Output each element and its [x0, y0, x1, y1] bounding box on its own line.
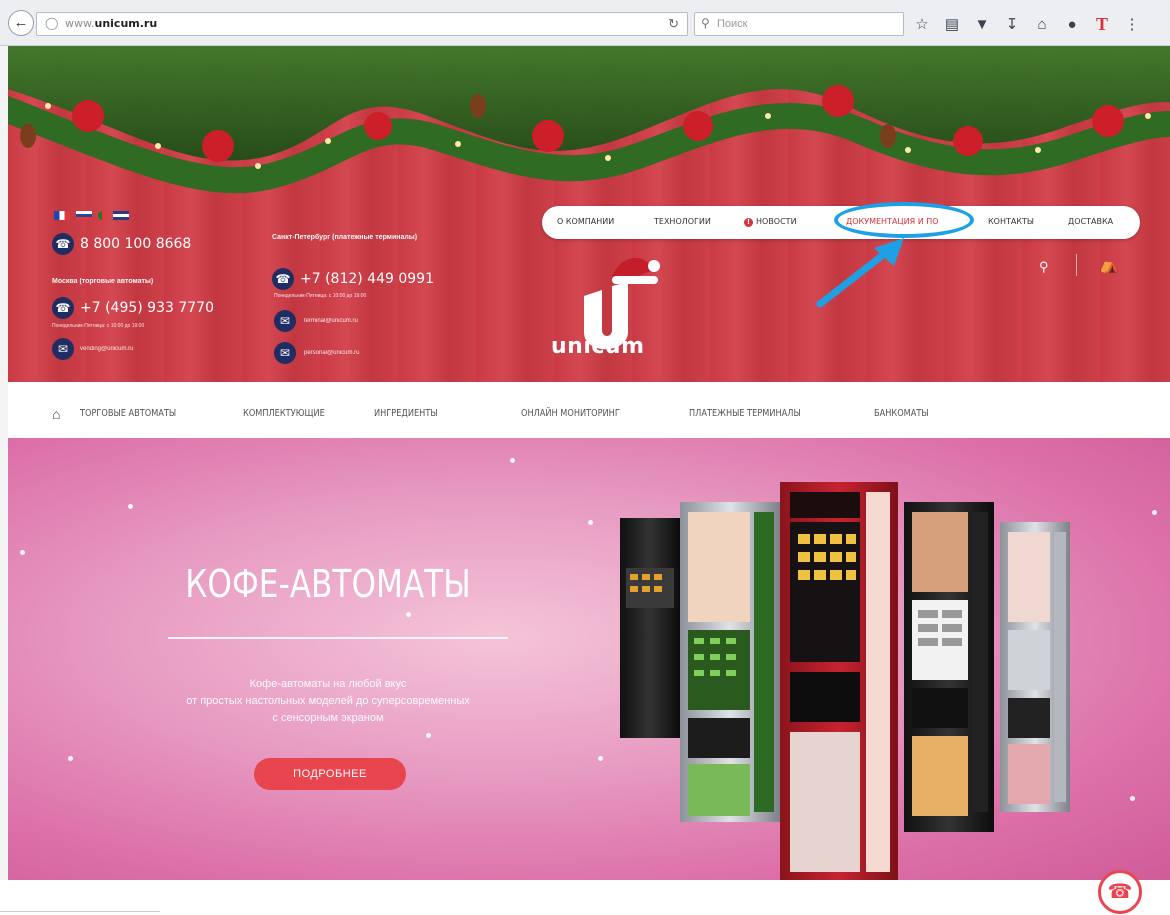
category-vending[interactable]: ТОРГОВЫЕ АВТОМАТЫ [80, 408, 176, 419]
clipboard-icon[interactable]: ▤ [944, 15, 960, 33]
snowflake [20, 550, 25, 555]
toolbar-icons: ☆ ▤ ▼ ↧ ⌂ ● T ⋮ [914, 12, 1140, 36]
annotation-arrow [816, 238, 904, 308]
url-text: www.unicum.ru [65, 17, 158, 30]
logo-text: unicum [551, 334, 645, 359]
category-terminals[interactable]: ПЛАТЕЖНЫЕ ТЕРМИНАЛЫ [689, 408, 801, 419]
language-flags [54, 211, 129, 220]
more-button[interactable]: ПОДРОБНЕЕ [254, 758, 406, 790]
nav-news-label: НОВОСТИ [756, 217, 797, 226]
basket-icon[interactable]: ⛺ [1099, 255, 1119, 275]
mail-icon: ✉ [274, 342, 296, 364]
hero-divider [168, 637, 508, 639]
phone-icon: ☎ [52, 297, 74, 319]
flag-gb[interactable] [113, 211, 129, 220]
annotation-highlight [834, 202, 974, 238]
snowflake [426, 733, 431, 738]
hero-banner: КОФЕ-АВТОМАТЫ Кофе-автоматы на любой вку… [8, 438, 1170, 880]
nav-contacts[interactable]: КОНТАКТЫ [988, 217, 1034, 226]
star-icon[interactable]: ☆ [914, 15, 930, 33]
nav-about[interactable]: О КОМПАНИИ [557, 217, 614, 226]
category-atms[interactable]: БАНКОМАТЫ [874, 408, 929, 419]
category-monitoring[interactable]: ОНЛАЙН МОНИТОРИНГ [521, 408, 620, 419]
bottom-line [0, 911, 160, 912]
chat-icon[interactable]: ● [1064, 16, 1080, 33]
search-bar[interactable]: ⚲ Поиск [694, 12, 904, 36]
phone-icon: ☎ [52, 233, 74, 255]
news-badge: ! [744, 218, 753, 227]
search-icon: ⚲ [701, 16, 710, 30]
callback-button[interactable]: ☎ [1098, 870, 1142, 914]
search-icon[interactable]: ⚲ [1039, 259, 1049, 275]
snowflake [1130, 796, 1135, 801]
vending-machines-image [620, 482, 1070, 880]
snowflake [128, 504, 133, 509]
mail-icon: ✉ [274, 310, 296, 332]
home-icon[interactable]: ⌂ [1034, 16, 1050, 33]
main-phone[interactable]: 8 800 100 8668 [80, 236, 191, 252]
flag-fr[interactable] [54, 211, 70, 220]
phone-icon: ☎ [1107, 881, 1133, 903]
browser-toolbar: ← ◯ www.unicum.ru ↻ ⚲ Поиск ☆ ▤ ▼ ↧ ⌂ ● … [0, 0, 1170, 46]
nav-news[interactable]: ! НОВОСТИ [744, 217, 797, 227]
page-bottom [0, 880, 1170, 915]
flag-pt[interactable] [98, 211, 107, 220]
menu-icon[interactable]: ⋮ [1124, 15, 1140, 33]
category-components[interactable]: КОМПЛЕКТУЮЩИЕ [243, 408, 325, 419]
snowflake [588, 520, 593, 525]
t-icon[interactable]: T [1094, 14, 1110, 35]
nav-technology[interactable]: ТЕХНОЛОГИИ [654, 217, 711, 226]
snowflake [406, 612, 411, 617]
address-bar[interactable]: ◯ www.unicum.ru ↻ [36, 12, 688, 36]
pocket-icon[interactable]: ▼ [974, 16, 990, 33]
snowflake [510, 458, 515, 463]
reload-icon[interactable]: ↻ [668, 16, 679, 32]
spb-hours: Понедельник-Пятница: с 10:00 до 19:00 [274, 293, 367, 299]
moscow-hours: Понедельник-Пятница: с 10:00 до 19:00 [52, 323, 145, 329]
phone-icon: ☎ [272, 268, 294, 290]
back-button[interactable]: ← [8, 10, 34, 36]
download-icon[interactable]: ↧ [1004, 15, 1020, 33]
category-ingredients[interactable]: ИНГРЕДИЕНТЫ [374, 408, 438, 419]
nav-delivery[interactable]: ДОСТАВКА [1068, 217, 1113, 226]
flag-ru[interactable] [76, 211, 92, 220]
spb-phone[interactable]: +7 (812) 449 0991 [300, 271, 434, 287]
site-info-icon[interactable]: ◯ [45, 16, 58, 30]
snowflake [598, 756, 603, 761]
snowflake [1152, 510, 1157, 515]
tool-divider [1076, 254, 1077, 276]
snowflake [68, 756, 73, 761]
spb-email-1[interactable]: terminal@unicum.ru [304, 318, 358, 324]
search-placeholder: Поиск [717, 18, 748, 30]
moscow-label: Москва (торговые автоматы) [52, 278, 154, 285]
site-header: ☎ 8 800 100 8668 Москва (торговые автома… [8, 46, 1170, 382]
mail-icon: ✉ [52, 338, 74, 360]
moscow-email[interactable]: vending@unicum.ru [80, 346, 133, 352]
spb-label: Санкт-Петербург (платежные терминалы) [272, 234, 418, 241]
hero-description: Кофе-автоматы на любой вкус от простых н… [186, 678, 470, 724]
home-icon[interactable]: ⌂ [52, 406, 60, 422]
spb-email-2[interactable]: personal@unicum.ru [304, 350, 359, 356]
moscow-phone[interactable]: +7 (495) 933 7770 [80, 300, 214, 316]
christmas-garland [8, 46, 1170, 194]
category-nav: ⌂ ТОРГОВЫЕ АВТОМАТЫ КОМПЛЕКТУЮЩИЕ ИНГРЕД… [8, 382, 1170, 438]
hero-title: КОФЕ-АВТОМАТЫ [185, 562, 471, 606]
